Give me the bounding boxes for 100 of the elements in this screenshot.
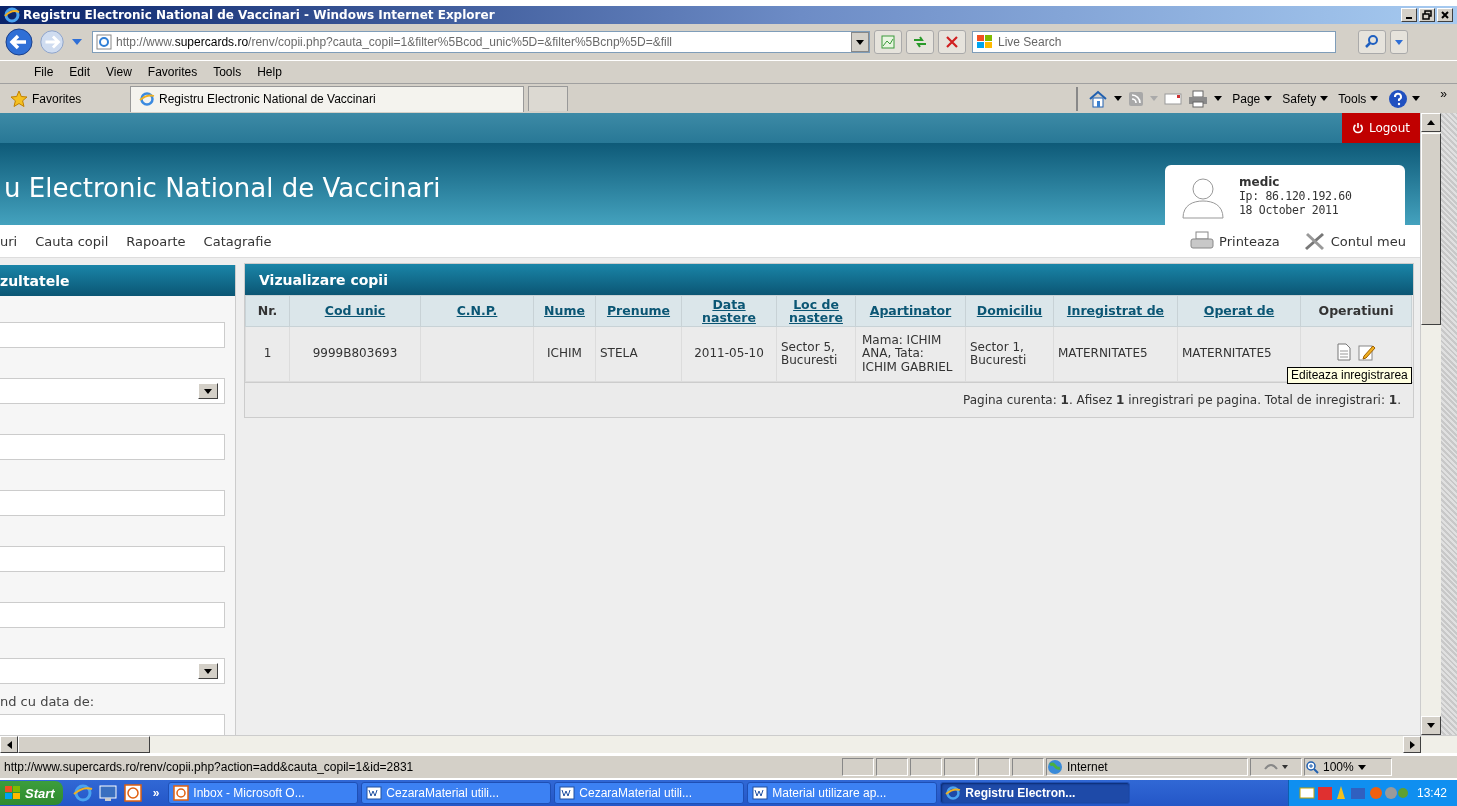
select-field[interactable] [0,658,225,684]
caret-icon [1395,39,1403,45]
search-button[interactable] [1358,30,1386,54]
account-link[interactable]: Contul meu [1293,231,1420,251]
mail-icon[interactable] [1164,91,1183,106]
refresh-button[interactable] [906,30,934,54]
caret-icon[interactable] [1214,96,1223,101]
logout-button[interactable]: Logout [1341,113,1420,143]
scroll-right-icon[interactable] [1409,740,1415,749]
view-document-icon[interactable] [1336,343,1352,362]
menu-item[interactable]: Edit [61,65,99,79]
clock: 13:42 [1416,786,1447,800]
menu-item[interactable]: Help [249,65,290,79]
table-cell: 1 [245,326,290,382]
input-field[interactable] [0,602,225,628]
edit-icon[interactable] [1358,343,1376,362]
command-menu[interactable]: Page [1232,91,1273,106]
column-header: Nr. [245,295,290,327]
browser-tab[interactable]: Registru Electronic National de Vaccinari [130,85,524,112]
select-field[interactable] [0,378,225,404]
more-button[interactable]: » [1440,86,1447,101]
power-icon [1351,122,1364,134]
status-pane [842,758,874,776]
taskbar-button[interactable]: CezaraMaterial utili... [554,782,745,804]
taskbar-button[interactable]: Inbox - Microsoft O... [168,782,359,804]
feed-icon[interactable] [1128,90,1145,107]
favorites-button[interactable]: Favorites [10,89,130,108]
back-button[interactable] [4,27,34,57]
sort-link[interactable]: C.N.P. [420,295,534,327]
nav-link[interactable]: Catagrafie [194,233,281,249]
sort-link[interactable]: Data nastere [681,295,777,327]
panel-header: Vizualizare copii [245,264,1413,295]
nav-link[interactable]: uri [0,233,27,249]
status-pane [944,758,976,776]
nav-link[interactable]: Rapoarte [117,233,195,249]
horizontal-scrollbar[interactable] [0,735,1457,753]
restore-button[interactable] [1419,8,1435,22]
input-field[interactable] [0,434,225,460]
browser-logo-icon [945,785,962,801]
window-title: Registru Electronic National de Vaccinari - Windows Internet Explorer [23,8,495,22]
status-text: http://www.supercards.ro/renv/copii.php?action=add&cauta_copil=1&id=2831 [4,760,415,774]
search-options-button[interactable] [1390,30,1408,54]
sort-link[interactable]: Loc de nastere [776,295,856,327]
security-zone: Internet [1046,758,1248,776]
menu-item[interactable]: Favorites [139,65,206,79]
caret-icon [856,39,864,45]
tooltip: Editeaza inregistrarea [1287,367,1412,385]
document-icon [559,785,576,801]
print-link[interactable]: Printeaza [1185,231,1294,251]
page-icon [96,34,112,50]
close-icon [1440,10,1450,20]
zoom-button[interactable]: 100% [1304,758,1392,776]
desktop-icon[interactable] [97,783,118,803]
input-field[interactable] [0,714,225,735]
table-cell: Mama: ICHIM ANA, Tata: ICHIM GABRIEL [855,326,966,382]
dropdown-button[interactable] [851,32,869,52]
sort-link[interactable]: Nume [533,295,596,327]
nav-link[interactable]: Cauta copil [26,233,118,249]
sort-link[interactable]: Domiciliu [965,295,1054,327]
sort-link[interactable]: Operat de [1177,295,1301,327]
print-icon[interactable] [1188,89,1209,108]
table-cell: Sector 5, Bucuresti [776,326,856,382]
caret-icon[interactable] [1114,96,1123,101]
sort-link[interactable]: Prenume [595,295,682,327]
login-date: 18 October 2011 [1239,203,1340,217]
home-icon[interactable] [1088,89,1109,108]
minimize-button[interactable] [1401,8,1417,22]
table-cell: MATERNITATE5 [1053,326,1178,382]
sort-link[interactable]: Cod unic [289,295,421,327]
menu-item[interactable]: View [98,65,140,79]
command-menu[interactable]: Safety [1282,91,1329,106]
menu-item[interactable]: Tools [205,65,250,79]
browser-logo-icon[interactable] [72,783,93,803]
input-field[interactable] [0,546,225,572]
protected-mode-button[interactable] [1250,758,1302,776]
input-field[interactable] [0,490,225,516]
browser-logo-icon [139,91,155,107]
help-menu[interactable] [1388,88,1421,109]
sort-link[interactable]: Inregistrat de [1053,295,1178,327]
taskbar-button[interactable]: Registru Electron... [940,782,1131,804]
sort-link[interactable]: Apartinator [855,295,966,327]
status-pane [876,758,908,776]
user-name: medic [1239,175,1281,189]
search-box[interactable]: Live Search [972,31,1336,53]
scroll-left-icon[interactable] [6,740,12,749]
command-menu[interactable]: Tools [1338,91,1379,106]
stop-button[interactable] [938,30,966,54]
start-button[interactable]: Start [0,781,63,805]
more-button[interactable]: » [152,786,160,800]
input-field[interactable] [0,322,225,348]
taskbar-button[interactable]: Material utilizare ap... [747,782,938,804]
tools-icon [1302,231,1327,251]
vertical-scrollbar[interactable] [1420,113,1441,735]
document-icon [752,785,769,801]
taskbar-button[interactable]: CezaraMaterial utili... [361,782,552,804]
menu-item[interactable]: File [26,65,62,79]
close-button[interactable] [1437,8,1453,22]
table-cell: Sector 1, Bucuresti [965,326,1054,382]
scroll-down-icon[interactable] [1427,723,1435,728]
scroll-up-icon[interactable] [1427,120,1435,125]
